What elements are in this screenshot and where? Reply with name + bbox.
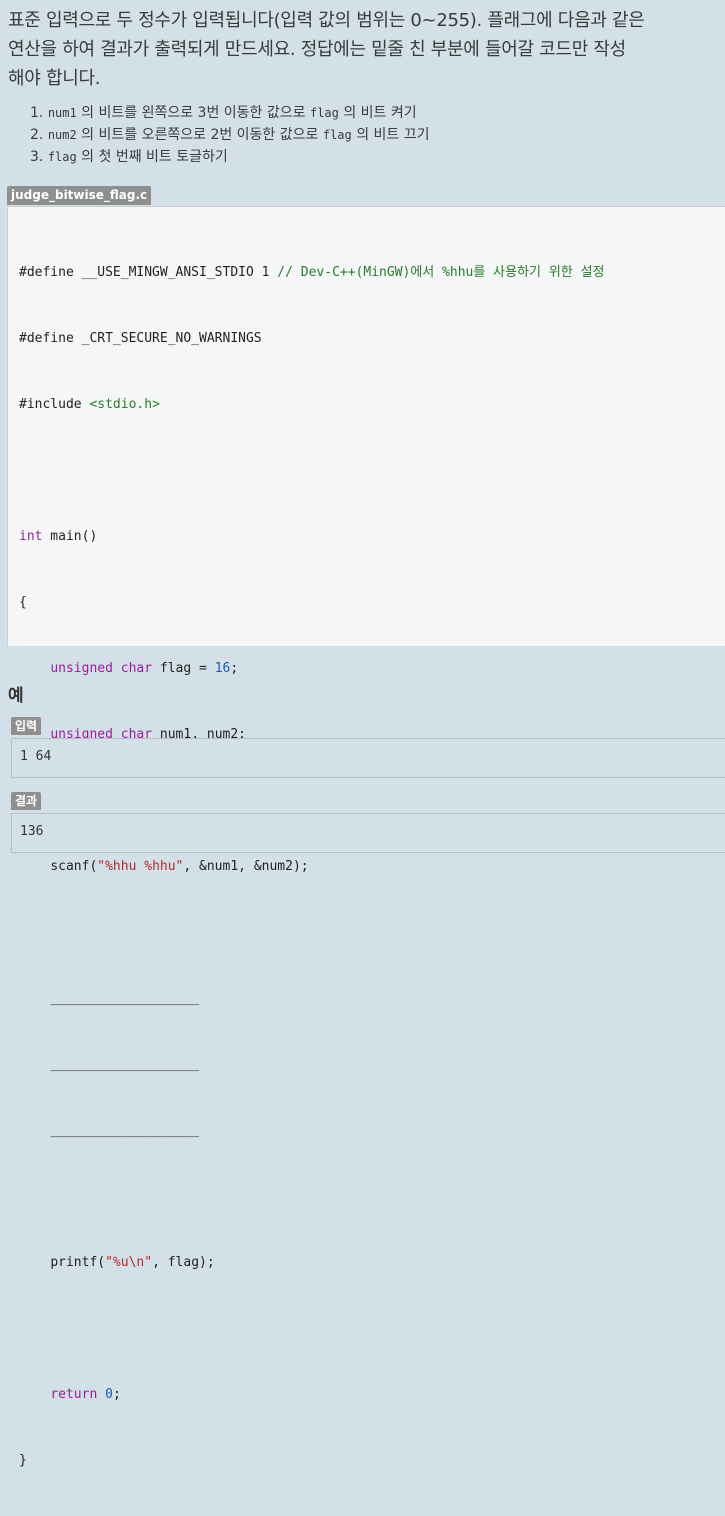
example-output-value: 136 [20, 824, 44, 839]
code-line-empty [19, 460, 605, 482]
output-label-tag: 결과 [11, 792, 42, 810]
requirement-item-3: 3. flag 의 첫 번째 비트 토글하기 [30, 149, 228, 165]
code-line: int main() [19, 529, 98, 544]
code-line: #include <stdio.h> [19, 397, 160, 412]
input-label-tag: 입력 [11, 717, 42, 735]
requirement-item-1: 1. num1 의 비트를 왼쪽으로 3번 이동한 값으로 flag 의 비트 … [30, 105, 417, 121]
requirement-item-2: 2. num2 의 비트를 오른쪽으로 2번 이동한 값으로 flag 의 비트… [30, 127, 430, 143]
code-term: flag [322, 128, 352, 142]
code-line: scanf("%hhu %hhu", &num1, &num2); [50, 859, 309, 874]
code-term: flag [309, 106, 339, 120]
code-line: { [19, 595, 27, 610]
description-line-3: 해야 합니다. [8, 68, 101, 89]
code-block: #define __USE_MINGW_ANSI_STDIO 1 // Dev-… [7, 206, 725, 1468]
code-line-empty [19, 922, 605, 944]
code-line: printf("%u\n", flag); [50, 1255, 215, 1270]
example-heading: 예 [8, 686, 24, 706]
answer-blank-3: ___________________ [50, 1123, 200, 1138]
example-input-box: 1 64 [11, 738, 725, 778]
description-line-1: 표준 입력으로 두 정수가 입력됩니다(입력 값의 범위는 0~255). 플래… [8, 10, 645, 31]
code-comment: // Dev-C++(MinGW)에서 %hhu를 사용하기 위한 설정 [277, 265, 605, 280]
problem-description: 표준 입력으로 두 정수가 입력됩니다(입력 값의 범위는 0~255). 플래… [8, 6, 720, 93]
code-term: flag [47, 150, 77, 164]
code-term: num2 [47, 128, 77, 142]
code-line: #define _CRT_SECURE_NO_WARNINGS [19, 331, 262, 346]
answer-blank-2: ___________________ [50, 1057, 200, 1072]
code-line: #define __USE_MINGW_ANSI_STDIO 1 // Dev-… [19, 265, 605, 280]
file-name-tag: judge_bitwise_flag.c [7, 186, 152, 205]
description-line-2: 연산을 하여 결과가 출력되게 만드세요. 정답에는 밑줄 친 부분에 들어갈 … [8, 39, 626, 60]
code-line-empty [19, 1318, 605, 1340]
code-line-empty [19, 790, 605, 812]
example-output-box: 136 [11, 813, 725, 853]
code-line: unsigned char flag = 16; [50, 661, 239, 676]
answer-blank-1: ___________________ [50, 991, 200, 1006]
code-line: return 0; [50, 1387, 121, 1402]
example-input-value: 1 64 [20, 749, 52, 764]
source-code: #define __USE_MINGW_ANSI_STDIO 1 // Dev-… [19, 218, 605, 1516]
requirements-list: 1. num1 의 비트를 왼쪽으로 3번 이동한 값으로 flag 의 비트 … [30, 102, 430, 168]
code-term: num1 [47, 106, 77, 120]
code-line: } [19, 1453, 27, 1468]
code-line-empty [19, 1186, 605, 1208]
